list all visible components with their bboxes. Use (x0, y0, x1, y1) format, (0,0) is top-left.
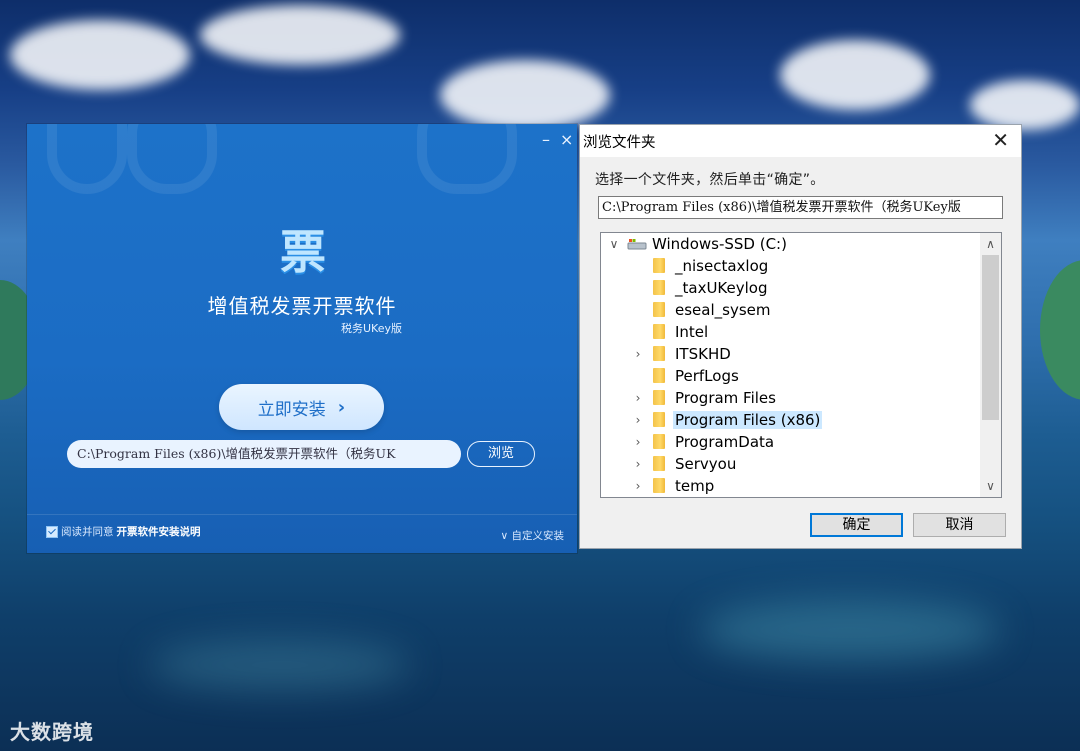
install-now-button[interactable]: 立即安装 › (219, 384, 384, 430)
chevron-right-icon: › (337, 396, 346, 418)
cloud (10, 20, 190, 90)
browse-button[interactable]: 浏览 (467, 441, 535, 467)
close-button[interactable]: × (560, 130, 573, 149)
cloud (440, 60, 610, 130)
cloud (200, 5, 400, 65)
browse-folder-dialog: 浏览文件夹 ✕ 选择一个文件夹，然后单击“确定”。 C:\Program Fil… (579, 124, 1022, 549)
ok-button[interactable]: 确定 (810, 513, 903, 537)
reef (700, 600, 1000, 660)
dialog-instruction: 选择一个文件夹，然后单击“确定”。 (595, 172, 825, 188)
tree-item-label: Intel (675, 323, 709, 341)
tree-root-label: Windows-SSD (C:) (652, 235, 787, 253)
app-edition: 税务UKey版 (341, 322, 402, 335)
tree-item-label: eseal_sysem (675, 301, 771, 319)
install-instructions-link[interactable]: 开票软件安装说明 (117, 524, 201, 539)
chevron-right-icon[interactable]: › (631, 347, 645, 361)
folder-icon (653, 412, 665, 427)
folder-icon (653, 280, 665, 295)
scroll-up-icon[interactable]: ∧ (980, 235, 1001, 253)
tree-item-label: ProgramData (675, 433, 775, 451)
cloud (780, 40, 930, 110)
chevron-right-icon[interactable]: › (631, 435, 645, 449)
tree-item-label: _taxUKeylog (675, 279, 768, 297)
folder-tree[interactable]: ∨ Windows-SSD (C:) _nisectaxlog _taxUKey… (600, 232, 1002, 498)
folder-icon (653, 478, 665, 493)
reef (150, 640, 410, 690)
chevron-right-icon[interactable]: › (631, 413, 645, 427)
tree-item-label: Program Files (675, 389, 776, 407)
chevron-right-icon[interactable]: › (631, 391, 645, 405)
scroll-down-icon[interactable]: ∨ (980, 477, 1001, 495)
chevron-right-icon[interactable]: › (631, 479, 645, 493)
island (1040, 260, 1080, 400)
watermark: 大数跨境 (10, 720, 94, 744)
background-decoration (417, 124, 517, 194)
background-decoration (127, 124, 217, 194)
app-title: 增值税发票开票软件 (207, 294, 397, 318)
tree-item-label: ITSKHD (675, 345, 731, 363)
folder-icon (653, 434, 665, 449)
dialog-title: 浏览文件夹 (583, 135, 656, 151)
cloud (970, 80, 1080, 130)
tree-item-label: temp (675, 477, 715, 495)
expand-down-icon[interactable]: ∨ (607, 237, 621, 251)
agree-checkbox[interactable] (46, 525, 58, 538)
cancel-button[interactable]: 取消 (913, 513, 1006, 537)
chevron-right-icon[interactable]: › (631, 457, 645, 471)
app-logo-icon: 票 (280, 225, 326, 279)
folder-icon (653, 258, 665, 273)
background-decoration (47, 124, 127, 194)
folder-icon (653, 390, 665, 405)
vertical-scrollbar[interactable]: ∧ ∨ (980, 233, 1001, 497)
tree-item-label: Servyou (675, 455, 737, 473)
drive-icon (627, 239, 647, 250)
agreement: 阅读并同意 开票软件安装说明 (46, 524, 201, 539)
install-path-input[interactable]: C:\Program Files (x86)\增值税发票开票软件（税务UK (67, 440, 461, 468)
folder-path-field[interactable]: C:\Program Files (x86)\增值税发票开票软件（税务UKey版 (598, 196, 1003, 219)
divider (27, 514, 577, 515)
agree-text: 阅读并同意 (61, 526, 114, 538)
tree-item-label: _nisectaxlog (675, 257, 769, 275)
dialog-titlebar: 浏览文件夹 ✕ (580, 125, 1021, 157)
folder-icon (653, 302, 665, 317)
scroll-thumb[interactable] (982, 255, 999, 420)
installer-window: – × 票 增值税发票开票软件 税务UKey版 立即安装 › C:\Progra… (27, 124, 577, 553)
folder-icon (653, 346, 665, 361)
custom-install-link[interactable]: ∨ 自定义安装 (500, 528, 564, 543)
minimize-button[interactable]: – (542, 130, 550, 149)
folder-icon (653, 368, 665, 383)
folder-icon (653, 456, 665, 471)
folder-icon (653, 324, 665, 339)
tree-item-label: PerfLogs (675, 367, 739, 385)
tree-item-label: Program Files (x86) (673, 411, 823, 429)
install-now-label: 立即安装 (257, 399, 326, 420)
close-icon[interactable]: ✕ (992, 128, 1009, 152)
